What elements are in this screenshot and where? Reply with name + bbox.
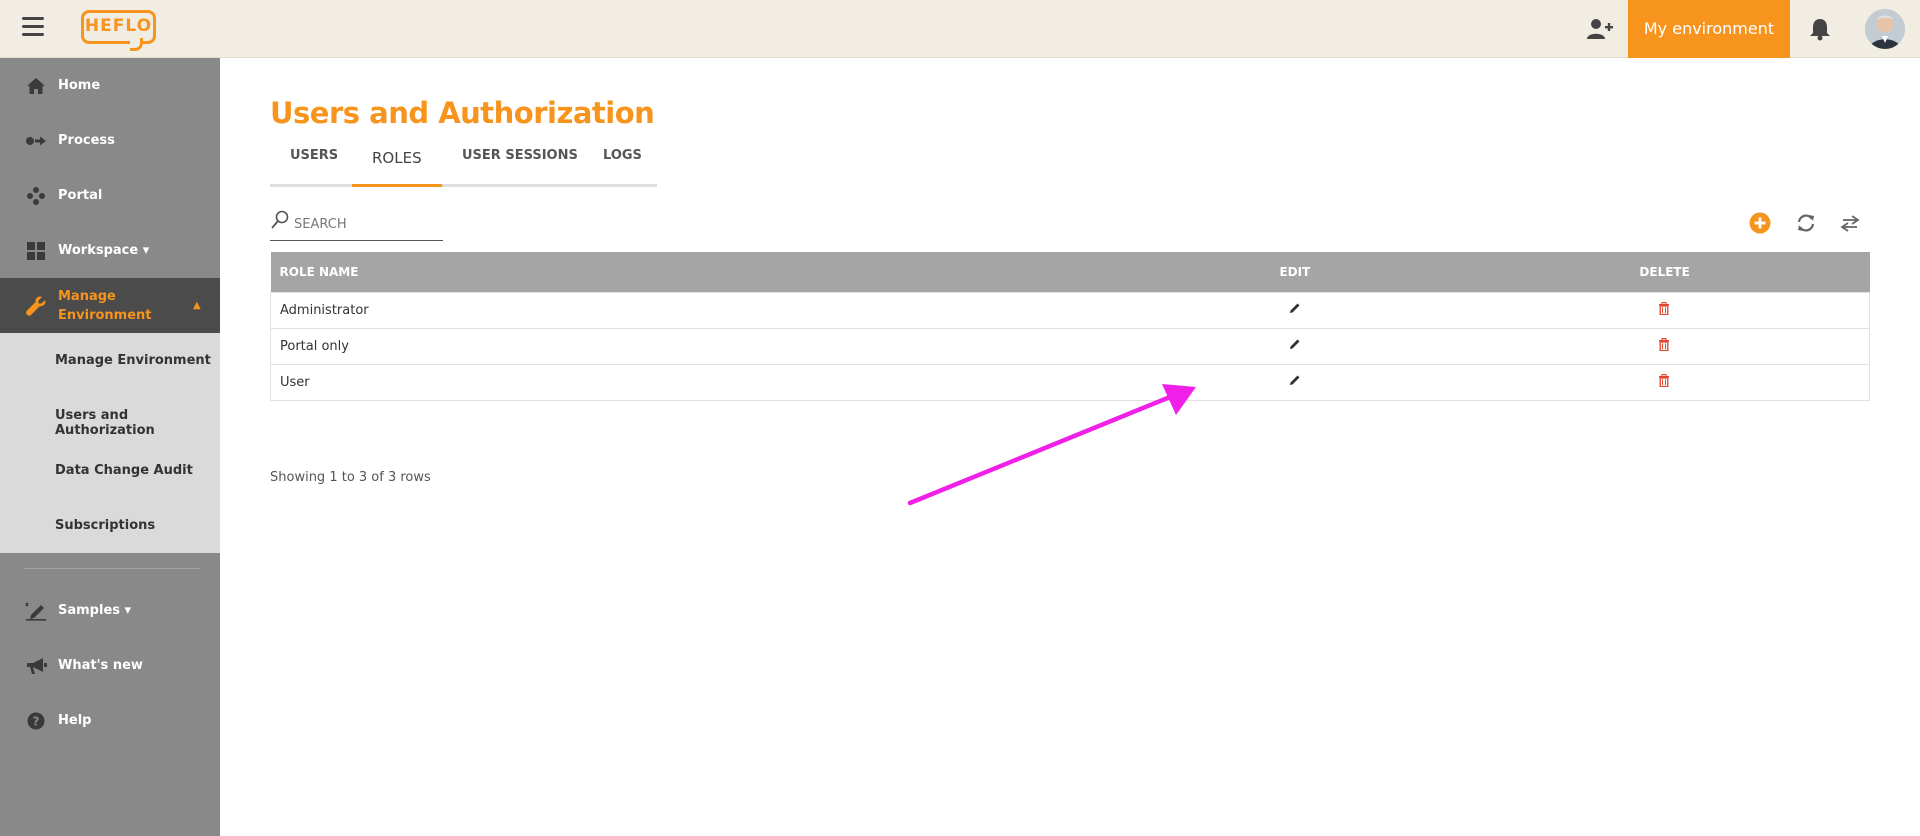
- bell-icon[interactable]: [1809, 17, 1831, 41]
- table-row: Administrator: [270, 291, 1870, 329]
- sidebar-item-workspace[interactable]: Workspace ▾: [0, 223, 220, 278]
- tab-logs[interactable]: LOGS: [603, 148, 642, 163]
- submenu-item-manage-environment[interactable]: Manage Environment: [55, 353, 211, 368]
- megaphone-icon: [25, 655, 47, 677]
- column-header-role-name[interactable]: ROLE NAME: [271, 252, 1130, 292]
- delete-trash-icon[interactable]: [1658, 301, 1670, 319]
- manage-environment-submenu: Manage Environment Users and Authorizati…: [0, 333, 220, 553]
- add-role-icon[interactable]: [1749, 212, 1771, 234]
- search-icon: [270, 210, 290, 234]
- home-icon: [25, 75, 47, 97]
- column-header-edit: EDIT: [1279, 264, 1311, 279]
- grid-icon: [25, 240, 47, 262]
- edit-pencil-icon[interactable]: [1289, 302, 1301, 318]
- top-bar: HEFLO My environment: [0, 0, 1920, 58]
- role-name-cell: Portal only: [270, 327, 1130, 365]
- submenu-item-subscriptions[interactable]: Subscriptions: [55, 518, 155, 533]
- edit-pencil-icon[interactable]: [1289, 338, 1301, 354]
- sidebar-item-manage-environment[interactable]: Manage Environment ▲: [0, 278, 220, 333]
- avatar[interactable]: [1865, 9, 1905, 49]
- refresh-icon[interactable]: [1795, 212, 1817, 234]
- wrench-icon: [25, 295, 47, 317]
- portal-icon: [25, 185, 47, 207]
- svg-text:?: ?: [33, 714, 40, 728]
- tab-user-sessions[interactable]: USER SESSIONS: [462, 148, 578, 163]
- sidebar-item-label: Home: [58, 78, 101, 93]
- page-title: Users and Authorization: [270, 96, 655, 130]
- edit-pencil-icon[interactable]: [1289, 374, 1301, 390]
- sidebar-item-process[interactable]: Process: [0, 113, 220, 168]
- menu-icon[interactable]: [22, 17, 44, 37]
- heflo-logo[interactable]: HEFLO: [81, 10, 156, 51]
- pen-icon: [25, 600, 47, 622]
- sidebar-item-label: Help: [58, 713, 92, 728]
- sidebar-item-whats-new[interactable]: What's new: [0, 638, 220, 693]
- delete-trash-icon[interactable]: [1658, 373, 1670, 391]
- search-input[interactable]: [294, 213, 439, 235]
- table-row: Portal only: [270, 327, 1870, 365]
- tab-users[interactable]: USERS: [290, 148, 338, 163]
- sidebar-item-label: Manage Environment: [58, 288, 152, 323]
- search-box: [270, 207, 443, 241]
- sidebar-item-label: Process: [58, 133, 115, 148]
- my-environment-button[interactable]: My environment: [1628, 0, 1790, 58]
- sidebar-item-label: What's new: [58, 658, 143, 673]
- role-name-cell: Administrator: [270, 291, 1130, 329]
- sidebar-item-samples[interactable]: Samples ▾: [0, 583, 220, 638]
- help-icon: ?: [25, 710, 47, 732]
- tab-bar: USERS ROLES USER SESSIONS LOGS: [270, 140, 657, 187]
- submenu-item-data-change-audit[interactable]: Data Change Audit: [55, 463, 193, 478]
- pagination-info: Showing 1 to 3 of 3 rows: [270, 470, 431, 485]
- column-header-delete: DELETE: [1639, 264, 1690, 279]
- sidebar-item-home[interactable]: Home: [0, 58, 220, 113]
- delete-trash-icon[interactable]: [1658, 337, 1670, 355]
- sidebar-item-help[interactable]: ? Help: [0, 693, 220, 748]
- table-header-row: ROLE NAME EDIT DELETE: [270, 252, 1870, 292]
- submenu-item-users-authorization[interactable]: Users and Authorization: [55, 408, 220, 438]
- sidebar: Home Process Portal Workspace ▾ Manage E…: [0, 58, 220, 836]
- sidebar-item-label: Workspace ▾: [58, 243, 150, 258]
- swap-columns-icon[interactable]: [1839, 212, 1861, 234]
- sidebar-item-portal[interactable]: Portal: [0, 168, 220, 223]
- sidebar-item-label: Portal: [58, 188, 103, 203]
- caret-up-icon: ▲: [193, 300, 201, 311]
- annotation-arrow: [907, 384, 1196, 506]
- process-icon: [25, 130, 47, 152]
- add-user-icon[interactable]: [1587, 17, 1613, 41]
- sidebar-divider: [24, 568, 200, 569]
- tab-roles[interactable]: ROLES: [372, 149, 422, 167]
- active-tab-indicator: [352, 184, 442, 187]
- sidebar-item-label: Samples ▾: [58, 603, 132, 618]
